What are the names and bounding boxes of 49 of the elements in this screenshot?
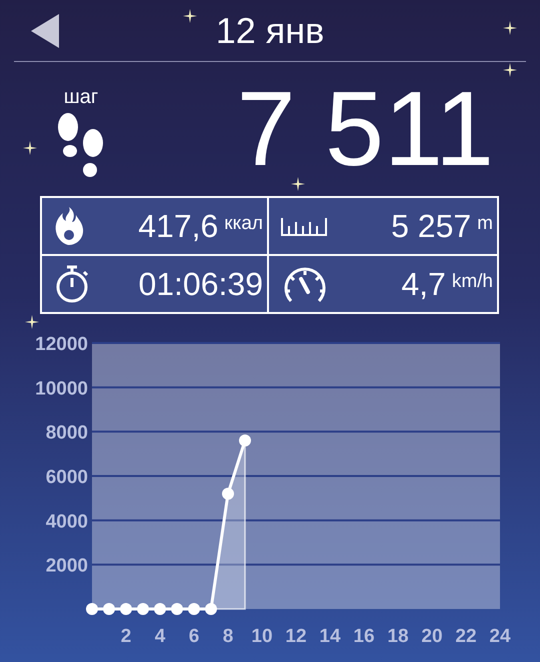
- axis-label: 18: [387, 626, 409, 647]
- stat-value: 4,7: [401, 266, 446, 302]
- data-point: [222, 488, 234, 500]
- date-title: 12 янв: [216, 10, 324, 52]
- data-point: [120, 603, 132, 615]
- axis-label: 24: [489, 626, 511, 647]
- steps-count: 7 511: [236, 76, 494, 182]
- axis-label: 6: [188, 626, 200, 647]
- axis-label: 6000: [46, 467, 88, 488]
- stat-value: 01:06:39: [138, 266, 263, 302]
- axis-label: 4: [154, 626, 166, 647]
- data-point: [205, 603, 217, 615]
- stat-value: 417,6: [138, 208, 218, 244]
- flame-icon: [54, 207, 84, 245]
- sparkle-icon: [25, 315, 39, 329]
- data-point: [171, 603, 183, 615]
- stopwatch-icon: [54, 265, 90, 303]
- axis-label: 14: [319, 626, 341, 647]
- sparkle-icon: [503, 63, 517, 77]
- data-point: [239, 434, 251, 447]
- stat-unit: m: [477, 212, 493, 234]
- axis-label: 2000: [46, 556, 88, 577]
- steps-label: шаг: [64, 86, 98, 108]
- ruler-icon: [281, 216, 327, 236]
- axis-label: 8000: [46, 422, 88, 444]
- data-point: [137, 603, 149, 615]
- data-point: [86, 603, 98, 615]
- axis-label: 2: [120, 626, 132, 647]
- axis-label: 8: [222, 626, 234, 647]
- axis-label: 10: [251, 626, 273, 647]
- sparkle-icon: [183, 9, 197, 23]
- axis-label: 4000: [46, 511, 88, 532]
- axis-label: 22: [455, 626, 477, 647]
- sparkle-icon: [291, 177, 305, 191]
- axis-label: 10000: [35, 378, 88, 400]
- axis-label: 12: [285, 626, 307, 647]
- axis-label: 12000: [35, 334, 88, 355]
- stat-unit: km/h: [452, 270, 493, 292]
- stat-value: 5 257: [391, 208, 472, 244]
- sparkle-icon: [503, 21, 517, 35]
- data-point: [103, 603, 115, 615]
- axis-label: 16: [353, 626, 375, 647]
- data-point: [154, 603, 166, 615]
- footprints-icon: [56, 112, 106, 178]
- axis-label: 20: [421, 626, 443, 647]
- sparkle-icon: [23, 141, 37, 155]
- back-icon[interactable]: [31, 14, 59, 48]
- stat-unit: ккал: [224, 212, 263, 234]
- data-point: [188, 603, 200, 615]
